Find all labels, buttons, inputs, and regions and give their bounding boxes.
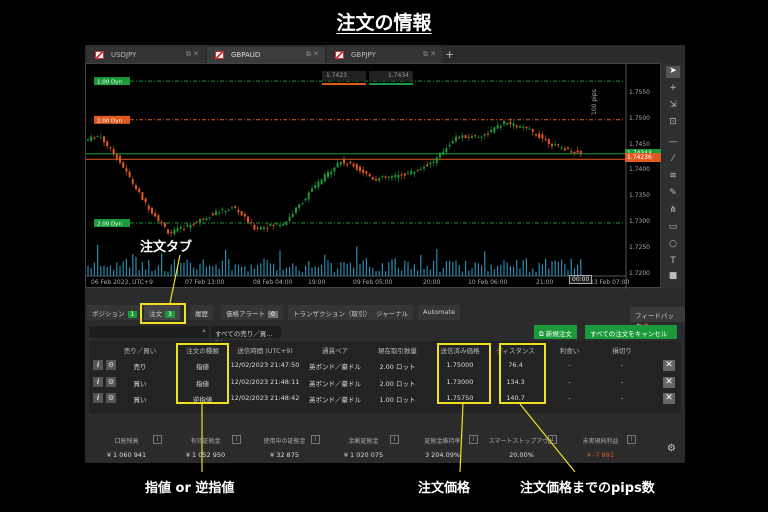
annotation-line	[519, 403, 576, 473]
annotation-line	[169, 254, 181, 304]
annotation-order-price: 注文価格	[418, 481, 471, 496]
annotation-orders-tab: 注文タブ	[140, 240, 193, 255]
annotation-lines	[169, 254, 576, 473]
annotation-order-type: 指値 or 逆指値	[145, 481, 235, 496]
annotation-line	[459, 403, 464, 473]
annotation-distance: 注文価格までのpips数	[520, 481, 655, 496]
